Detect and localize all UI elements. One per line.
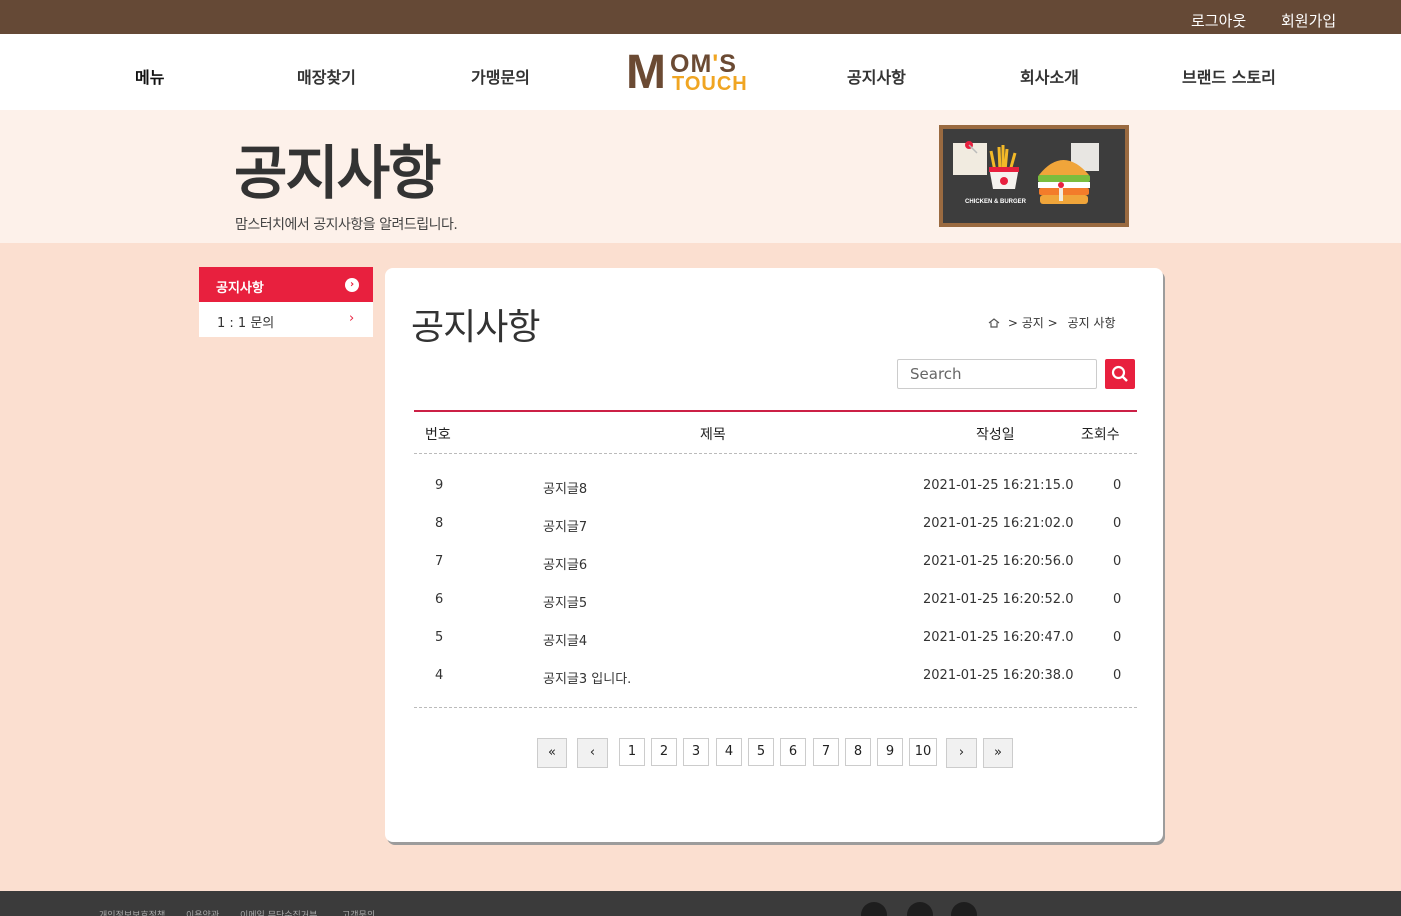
side-item-label: 공지사항 xyxy=(216,281,264,296)
page-4-button[interactable]: 4 xyxy=(716,738,742,766)
table-row[interactable]: 7 공지글6 2021-01-25 16:20:56.0 0 xyxy=(414,544,1137,582)
page-9-button[interactable]: 9 xyxy=(877,738,903,766)
page-2-button[interactable]: 2 xyxy=(651,738,677,766)
breadcrumb-notice[interactable]: 공지 xyxy=(1022,316,1044,330)
footer-link-privacy[interactable]: 개인정보보호정책 xyxy=(99,908,165,916)
col-number: 번호 xyxy=(425,427,451,443)
board-caption: CHICKEN & BURGER xyxy=(965,199,1027,205)
footer-link-terms[interactable]: 이용약관 xyxy=(186,908,219,916)
page-7-button[interactable]: 7 xyxy=(813,738,839,766)
search-input[interactable] xyxy=(897,359,1097,389)
col-views: 조회수 xyxy=(1081,427,1120,443)
footer-link-email-policy[interactable]: 이메일 무단수집거부 xyxy=(240,908,317,916)
instagram-icon[interactable] xyxy=(907,902,933,916)
search-icon xyxy=(1111,365,1128,382)
facebook-icon[interactable] xyxy=(861,902,887,916)
banner-subtitle: 맘스터치에서 공지사항을 알려드립니다. xyxy=(235,217,458,233)
last-page-button[interactable]: » xyxy=(983,738,1013,768)
table-bottom-divider xyxy=(414,707,1137,708)
page-3-button[interactable]: 3 xyxy=(683,738,709,766)
nav-item-company[interactable]: 회사소개 xyxy=(1020,64,1079,88)
table-row[interactable]: 6 공지글5 2021-01-25 16:20:52.0 0 xyxy=(414,582,1137,620)
burger-fries-icon xyxy=(953,141,1099,204)
nav-item-brand-story[interactable]: 브랜드 스토리 xyxy=(1182,64,1276,88)
table-header: 번호 제목 작성일 조회수 xyxy=(414,410,1137,454)
pagination: « ‹ 1 2 3 4 5 6 7 8 9 10 › » xyxy=(385,738,1163,768)
side-item-notice[interactable]: 공지사항 › xyxy=(199,267,373,302)
chevron-right-icon: › xyxy=(349,311,355,326)
row-title-link[interactable]: 공지글5 xyxy=(543,592,587,611)
row-title-link[interactable]: 공지글7 xyxy=(543,516,587,535)
breadcrumb-current: 공지 사항 xyxy=(1067,316,1116,330)
footer: 개인정보보호정책 이용약관 이메일 무단수집거부 고객문의 xyxy=(0,891,1401,916)
page-title: 공지사항 xyxy=(411,307,540,348)
footer-link-contact[interactable]: 고객문의 xyxy=(342,908,375,916)
main-nav: 메뉴 매장찾기 가맹문의 M OM'S TOUCH 공지사항 회사소개 브랜드 … xyxy=(0,34,1401,110)
breadcrumb: > 공지 > 공지 사항 xyxy=(988,314,1116,331)
row-title-link[interactable]: 공지글8 xyxy=(543,478,587,497)
table-row[interactable]: 8 공지글7 2021-01-25 16:21:02.0 0 xyxy=(414,506,1137,544)
table-row[interactable]: 4 공지글3 입니다. 2021-01-25 16:20:38.0 0 xyxy=(414,658,1137,696)
page-10-button[interactable]: 10 xyxy=(909,738,937,766)
top-bar: 로그아웃 회원가입 xyxy=(0,0,1401,34)
moms-touch-logo[interactable]: M OM'S TOUCH xyxy=(626,49,756,97)
nav-item-notice[interactable]: 공지사항 xyxy=(847,64,906,88)
chalkboard-illustration: CHICKEN & BURGER xyxy=(939,125,1129,227)
col-title: 제목 xyxy=(700,427,726,443)
side-item-inquiry[interactable]: 1 : 1 문의 › xyxy=(199,302,373,337)
nav-item-store-finder[interactable]: 매장찾기 xyxy=(297,64,356,88)
page-1-button[interactable]: 1 xyxy=(619,738,645,766)
page-6-button[interactable]: 6 xyxy=(780,738,806,766)
nav-item-franchise[interactable]: 가맹문의 xyxy=(471,64,530,88)
page-8-button[interactable]: 8 xyxy=(845,738,871,766)
chevron-right-circle-icon: › xyxy=(345,278,359,292)
side-item-label: 1 : 1 문의 xyxy=(217,316,275,331)
nav-item-menu[interactable]: 메뉴 xyxy=(135,64,164,88)
prev-page-button[interactable]: ‹ xyxy=(577,738,608,768)
table-row[interactable]: 9 공지글8 2021-01-25 16:21:15.0 0 xyxy=(414,468,1137,506)
notice-content-panel: 공지사항 > 공지 > 공지 사항 번호 제목 작성일 조회수 9 공지글8 2… xyxy=(385,268,1163,842)
join-link[interactable]: 회원가입 xyxy=(1281,10,1336,31)
next-page-button[interactable]: › xyxy=(946,738,977,768)
banner-title: 공지사항 xyxy=(234,139,441,207)
youtube-icon[interactable] xyxy=(951,902,977,916)
page-5-button[interactable]: 5 xyxy=(748,738,774,766)
logout-link[interactable]: 로그아웃 xyxy=(1191,10,1246,31)
page-banner: 공지사항 맘스터치에서 공지사항을 알려드립니다. CHICKEN & BURG… xyxy=(0,110,1401,243)
col-date: 작성일 xyxy=(976,427,1015,443)
row-title-link[interactable]: 공지글6 xyxy=(543,554,587,573)
row-title-link[interactable]: 공지글3 입니다. xyxy=(543,668,631,687)
search-button[interactable] xyxy=(1105,359,1135,389)
side-menu: 공지사항 › 1 : 1 문의 › xyxy=(199,267,373,337)
first-page-button[interactable]: « xyxy=(537,738,567,768)
home-icon[interactable] xyxy=(988,318,1000,328)
table-row[interactable]: 5 공지글4 2021-01-25 16:20:47.0 0 xyxy=(414,620,1137,658)
row-title-link[interactable]: 공지글4 xyxy=(543,630,587,649)
